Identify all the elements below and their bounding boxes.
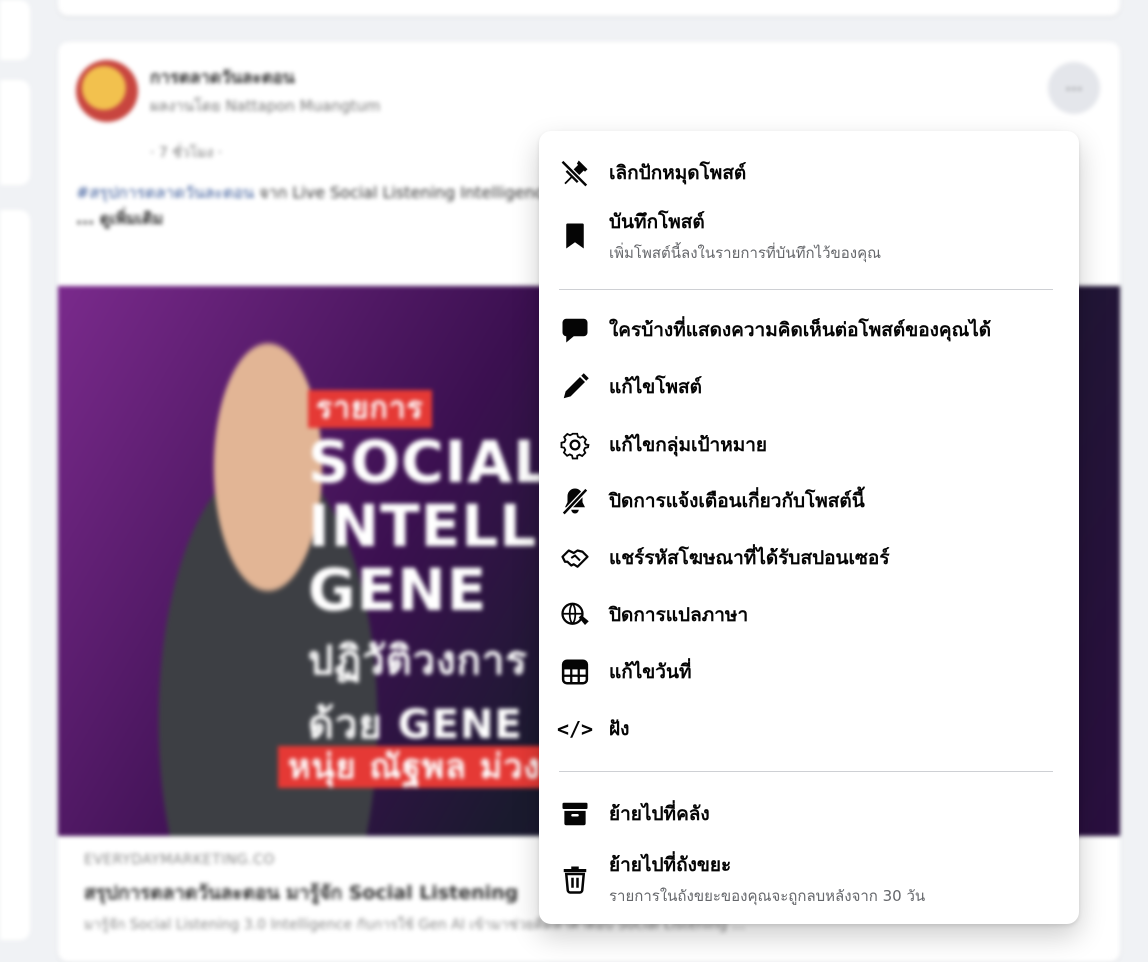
calendar-icon [559, 656, 591, 688]
menu-item-description: เพิ่มโพสต์นี้ลงในรายการที่บันทึกไว้ของคุ… [609, 244, 882, 262]
comment-icon [559, 314, 591, 346]
menu-item-turn-off-notifications[interactable]: ปิดการแจ้งเตือนเกี่ยวกับโพสต์นี้ [559, 485, 1059, 517]
menu-item-label: แก้ไขกลุ่มเป้าหมาย [609, 434, 768, 456]
menu-divider [559, 289, 1053, 290]
left-rail-card [0, 210, 30, 940]
menu-item-label: ปิดการแจ้งเตือนเกี่ยวกับโพสต์นี้ [609, 490, 865, 512]
post-options-menu: เลิกปักหมุดโพสต์ บันทึกโพสต์ เพิ่มโพสต์น… [539, 131, 1079, 924]
link-domain: EVERYDAYMARKETING.CO [84, 852, 275, 868]
gear-icon [559, 429, 591, 461]
menu-item-edit-date[interactable]: แก้ไขวันที่ [559, 656, 1059, 688]
link-title[interactable]: สรุปการตลาดวันละตอน มารู้จัก Social List… [84, 878, 518, 908]
menu-item-label: แก้ไขโพสต์ [609, 376, 702, 398]
menu-item-label: แก้ไขวันที่ [609, 661, 692, 683]
menu-item-label: ปิดการแปลภาษา [609, 604, 749, 626]
menu-item-unpin-post[interactable]: เลิกปักหมุดโพสต์ [559, 157, 1059, 189]
previous-post-card [58, 0, 1120, 16]
menu-item-label: เลิกปักหมุดโพสต์ [609, 162, 747, 184]
poster-line: ปฏิวัติวงการ [308, 638, 528, 684]
trash-icon [559, 863, 591, 895]
left-rail-card [0, 0, 30, 60]
bookmark-icon [559, 220, 591, 252]
menu-item-label: แชร์รหัสโฆษณาที่ได้รับสปอนเซอร์ [609, 547, 890, 569]
menu-item-label: ย้ายไปที่คลัง [609, 803, 710, 825]
menu-item-move-to-archive[interactable]: ย้ายไปที่คลัง [559, 798, 1059, 830]
page-name[interactable]: การตลาดวันละตอน [150, 64, 295, 91]
left-rail-card [0, 80, 30, 185]
menu-item-embed[interactable]: </> ฝัง [556, 713, 1059, 745]
see-more-link[interactable]: ... ดูเพิ่มเติม [76, 209, 163, 228]
post-options-button[interactable]: ... [1048, 62, 1100, 114]
menu-item-label: ฝัง [609, 718, 630, 740]
poster-line: GENE [308, 556, 488, 624]
globe-translate-icon [559, 599, 591, 631]
bell-off-icon [559, 485, 591, 517]
post-meta: · 7 ชั่วโมง · [150, 145, 223, 161]
menu-item-label: ย้ายไปที่ถังขยะ [609, 854, 732, 876]
menu-item-label: ใครบ้างที่แสดงความคิดเห็นต่อโพสต์ของคุณไ… [609, 319, 992, 341]
pencil-icon [559, 371, 591, 403]
page-avatar[interactable] [76, 60, 138, 122]
handshake-icon [559, 542, 591, 574]
poster-tag: รายการ [308, 390, 432, 428]
menu-item-turn-off-translation[interactable]: ปิดการแปลภาษา [559, 599, 1059, 631]
poster-line: ด้วย GENE [308, 702, 523, 748]
menu-item-edit-audience[interactable]: แก้ไขกลุ่มเป้าหมาย [559, 429, 1059, 461]
code-icon: </> [556, 717, 594, 741]
menu-item-save-post[interactable]: บันทึกโพสต์ เพิ่มโพสต์นี้ลงในรายการที่บั… [559, 207, 1059, 265]
unpin-icon [559, 157, 591, 189]
menu-item-move-to-trash[interactable]: ย้ายไปที่ถังขยะ รายการในถังขยะของคุณจะถู… [559, 850, 1059, 908]
menu-divider [559, 771, 1053, 772]
menu-item-description: รายการในถังขยะของคุณจะถูกลบหลังจาก 30 วั… [609, 887, 926, 905]
caption-hashtag[interactable]: #สรุปการตลาดวันละตอน [76, 183, 254, 202]
menu-item-share-sponsored-code[interactable]: แชร์รหัสโฆษณาที่ได้รับสปอนเซอร์ [559, 542, 1059, 574]
menu-item-label: บันทึกโพสต์ [609, 211, 705, 233]
menu-item-comment-settings[interactable]: ใครบ้างที่แสดงความคิดเห็นต่อโพสต์ของคุณไ… [559, 314, 1059, 346]
archive-icon [559, 798, 591, 830]
sponsor-line: ผลงานโดย Nattapon Muangtum [150, 97, 381, 115]
menu-item-edit-post[interactable]: แก้ไขโพสต์ [559, 371, 1059, 403]
